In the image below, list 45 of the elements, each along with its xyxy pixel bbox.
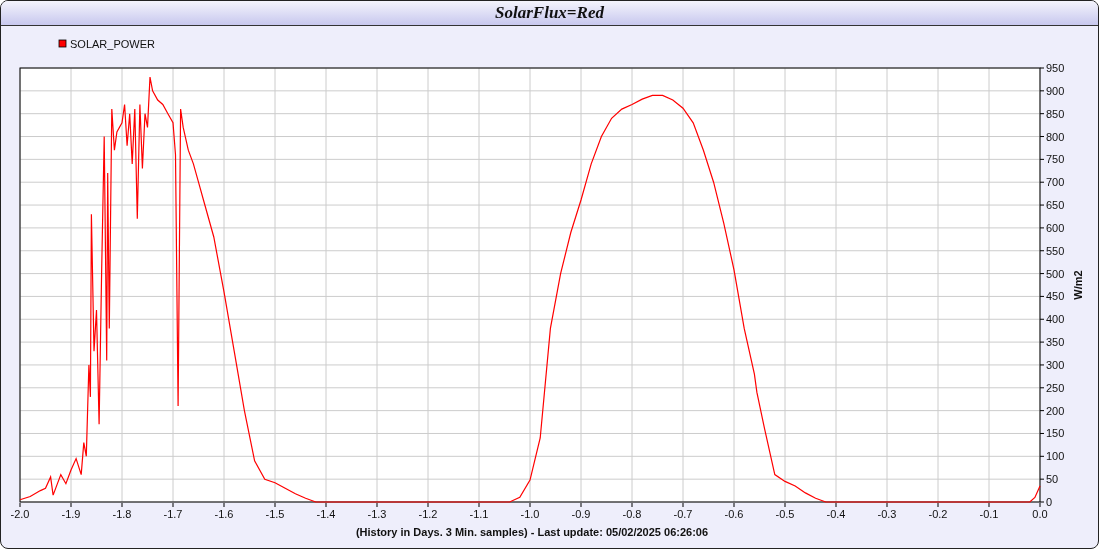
x-tick-label: 0.0 <box>1032 508 1048 520</box>
y-axis-label: W/m2 <box>1072 270 1084 300</box>
x-tick-label: -0.8 <box>622 508 642 520</box>
y-tick-label: 250 <box>1046 381 1065 394</box>
x-tick-label: -0.3 <box>877 508 897 520</box>
y-tick-label: 500 <box>1046 267 1065 280</box>
x-tick-label: -1.8 <box>112 508 132 520</box>
x-tick-label: -0.9 <box>571 508 591 520</box>
y-tick-label: 550 <box>1046 244 1065 257</box>
x-tick-label: -1.9 <box>61 508 81 520</box>
x-tick-label: -0.1 <box>979 508 999 520</box>
x-tick-label: -1.5 <box>265 508 285 520</box>
y-tick-label: 350 <box>1046 336 1065 349</box>
window-title: SolarFlux=Red <box>495 2 604 25</box>
y-tick-label: 200 <box>1046 404 1065 417</box>
y-tick-label: 100 <box>1046 450 1065 463</box>
x-tick-label: -1.4 <box>316 508 336 520</box>
x-tick-label: -0.2 <box>928 508 948 520</box>
y-tick-label: 450 <box>1046 290 1065 303</box>
y-tick-label: 600 <box>1046 221 1065 234</box>
x-tick-label: -1.3 <box>367 508 387 520</box>
x-tick-label: -2.0 <box>10 508 30 520</box>
x-tick-label: -0.6 <box>724 508 744 520</box>
y-tick-label: 950 <box>1046 62 1065 74</box>
y-tick-label: 900 <box>1046 84 1065 97</box>
y-tick-label: 650 <box>1046 199 1065 212</box>
y-tick-label: 150 <box>1046 427 1065 440</box>
y-tick-label: 0 <box>1046 496 1053 508</box>
x-tick-label: -1.1 <box>469 508 489 520</box>
x-tick-label: -1.6 <box>214 508 234 520</box>
x-tick-label: -0.5 <box>775 508 795 520</box>
x-tick-label: -1.2 <box>418 508 438 520</box>
y-tick-label: 300 <box>1046 358 1065 371</box>
y-tick-label: 50 <box>1046 473 1059 486</box>
x-axis-label: (History in Days. 3 Min. samples) - Last update: 05/02/2025 06:26:06 <box>355 526 709 538</box>
y-tick-label: 400 <box>1046 313 1065 326</box>
y-tick-label: 800 <box>1046 130 1065 143</box>
y-tick-label: 750 <box>1046 153 1065 166</box>
x-tick-label: -0.7 <box>673 508 693 520</box>
x-tick-label: -1.0 <box>520 508 540 520</box>
x-tick-label: -0.4 <box>826 508 846 520</box>
y-tick-label: 700 <box>1046 176 1065 189</box>
legend-label: SOLAR_POWER <box>70 38 155 50</box>
y-tick-label: 850 <box>1046 107 1065 120</box>
x-tick-label: -1.7 <box>163 508 183 520</box>
